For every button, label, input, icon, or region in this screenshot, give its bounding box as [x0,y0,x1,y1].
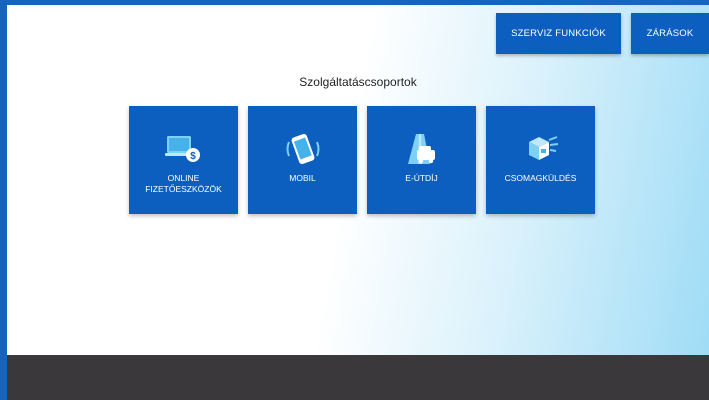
bottom-bar [7,355,709,400]
tile-label: ONLINE FIZETŐESZKÖZÖK [145,173,222,194]
service-functions-button[interactable]: SZERVIZ FUNKCIÓK [496,13,621,54]
online-payment-icon: $ [164,131,204,167]
closings-button[interactable]: ZÁRÁSOK [631,13,709,54]
road-toll-icon [402,131,442,167]
tile-mobile[interactable]: MOBIL [248,106,357,214]
tile-label: E-ÚTDÍJ [405,173,438,183]
tile-road-toll[interactable]: E-ÚTDÍJ [367,106,476,214]
svg-text:$: $ [190,151,196,162]
tile-parcel[interactable]: CSOMAGKÜLDÉS [486,106,595,214]
tile-online-payment[interactable]: $ ONLINE FIZETŐESZKÖZÖK [129,106,238,214]
parcel-icon [521,131,561,167]
main-screen: SZERVIZ FUNKCIÓK ZÁRÁSOK Szolgáltatáscso… [7,5,709,355]
tile-label: CSOMAGKÜLDÉS [504,173,577,183]
page-title: Szolgáltatáscsoportok [299,75,417,89]
mobile-phone-icon [283,131,323,167]
tile-label: MOBIL [289,173,316,183]
